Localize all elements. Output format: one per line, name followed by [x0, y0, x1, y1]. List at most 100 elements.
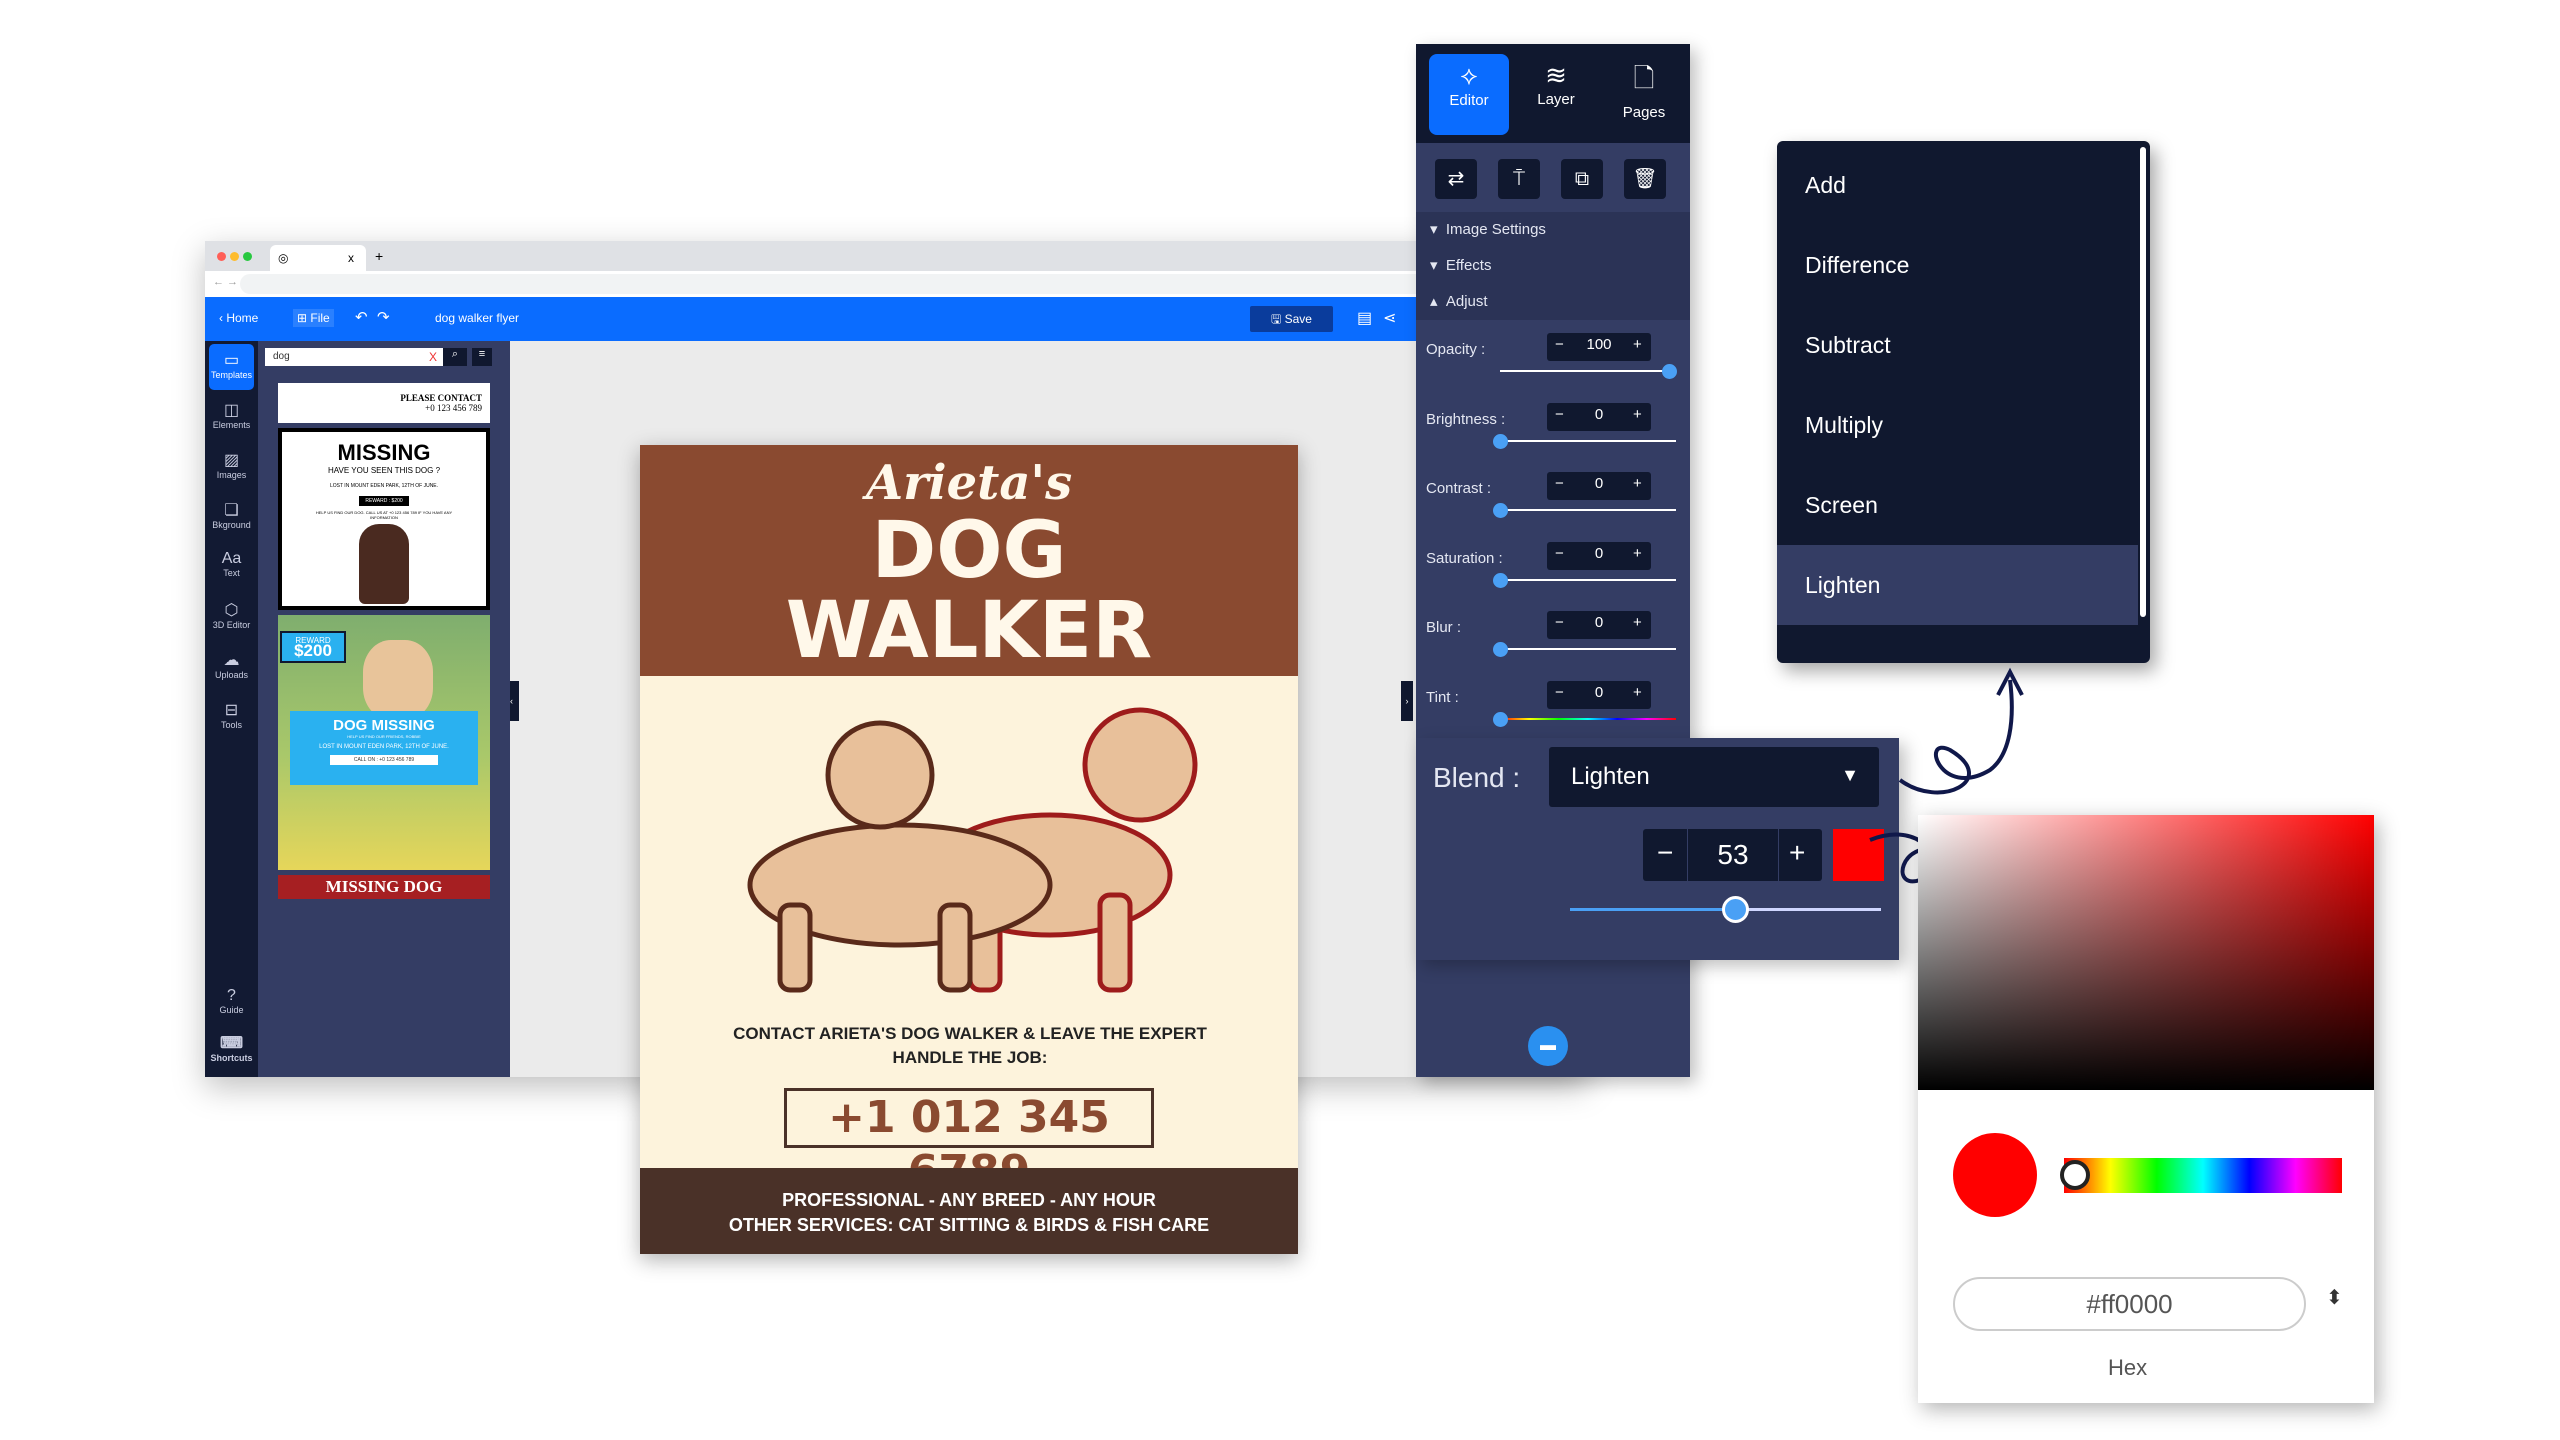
file-button[interactable]: ⊞ File — [293, 309, 334, 327]
rail-3d-editor[interactable]: ⬡ 3D Editor — [209, 594, 254, 640]
slider-thumb[interactable] — [1721, 896, 1749, 923]
section-image-settings[interactable]: ▾ Image Settings — [1416, 212, 1690, 248]
close-dot[interactable] — [217, 252, 226, 261]
section-adjust[interactable]: ▴ Adjust — [1416, 284, 1690, 320]
rail-tools[interactable]: ⊟ Tools — [209, 694, 254, 740]
clear-search-icon[interactable]: X — [429, 350, 437, 364]
redo-icon[interactable]: ↷ — [377, 308, 390, 326]
search-value: dog — [273, 351, 290, 362]
adjust-label: Blur : — [1426, 619, 1462, 637]
browser-tab[interactable]: ◎ x — [270, 245, 366, 271]
rail-guide[interactable]: ? Guide — [209, 981, 254, 1027]
duplicate-icon[interactable]: ⧉ — [1561, 159, 1603, 199]
rail-uploads[interactable]: ☁ Uploads — [209, 644, 254, 690]
decrement-button[interactable]: − — [1657, 837, 1673, 869]
tab-pages[interactable]: 🗋 Pages — [1604, 54, 1684, 135]
hex-input[interactable]: #ff0000 — [1953, 1277, 2306, 1331]
rail-label: Elements — [212, 420, 251, 430]
adjust-slider[interactable] — [1500, 509, 1676, 512]
template-text: HAVE YOU SEEN THIS DOG ? — [327, 466, 441, 475]
expand-panel-handle[interactable]: › — [1401, 681, 1413, 721]
tab-close[interactable]: x — [348, 251, 354, 265]
paint-roller-icon[interactable]: ⍑ — [1498, 159, 1540, 199]
url-field[interactable] — [240, 274, 1580, 294]
rail-templates[interactable]: ▭ Templates — [209, 344, 254, 390]
flip-icon[interactable]: ⇄ — [1435, 159, 1477, 199]
blend-menu-item[interactable]: Difference — [1777, 225, 2138, 305]
blend-menu-item[interactable]: Subtract — [1777, 305, 2138, 385]
template-text: CALL ON : +0 123 456 789 — [330, 755, 438, 765]
blend-select[interactable]: Lighten ▼ — [1549, 747, 1879, 807]
minimize-dot[interactable] — [230, 252, 239, 261]
blend-slider[interactable] — [1570, 896, 1881, 923]
home-button[interactable]: ‹ Home — [219, 311, 258, 325]
increment-button[interactable]: + — [1633, 545, 1642, 562]
adjust-slider[interactable] — [1500, 648, 1676, 651]
comment-icon[interactable]: ▤ — [1357, 308, 1372, 328]
rail-label: Images — [216, 470, 247, 480]
format-toggle-icon[interactable]: ⬍ — [2326, 1285, 2343, 1310]
blend-menu-item[interactable]: Multiply — [1777, 385, 2138, 465]
adjust-stepper[interactable]: −0 + — [1547, 681, 1651, 709]
adjust-stepper[interactable]: −0 + — [1547, 611, 1651, 640]
blend-amount-value[interactable]: 53 — [1687, 829, 1779, 881]
blend-menu-item[interactable]: Add — [1777, 145, 2138, 225]
slider-thumb[interactable] — [1493, 712, 1508, 727]
increment-button[interactable]: + — [1789, 837, 1805, 869]
increment-button[interactable]: + — [1633, 336, 1642, 353]
chat-bubble-icon[interactable]: ▬ — [1528, 1026, 1568, 1066]
trash-icon[interactable]: 🗑 — [1624, 159, 1666, 199]
saturation-area[interactable] — [1918, 815, 2374, 1090]
new-tab-button[interactable]: + — [375, 248, 383, 264]
template-card[interactable]: MISSING DOG — [278, 875, 490, 899]
template-card[interactable]: MISSING HAVE YOU SEEN THIS DOG ? LOST IN… — [278, 428, 490, 610]
collapse-panel-handle[interactable]: ‹ — [510, 681, 519, 721]
adjust-stepper[interactable]: −100 + — [1547, 333, 1651, 361]
list-view-icon[interactable]: ≡ — [472, 348, 492, 366]
adjust-stepper[interactable]: −0 + — [1547, 402, 1651, 431]
chevron-down-icon: ▼ — [1841, 765, 1859, 785]
search-icon[interactable]: ⌕ — [443, 348, 467, 366]
increment-button[interactable]: + — [1633, 406, 1642, 423]
share-icon[interactable]: ⋖ — [1383, 308, 1396, 328]
undo-icon[interactable]: ↶ — [355, 308, 368, 326]
maximize-dot[interactable] — [243, 252, 252, 261]
flyer-design[interactable]: Arieta's DOG WALKER CONTACT ARIETA'S DOG… — [640, 445, 1298, 1254]
slider-thumb[interactable] — [1493, 433, 1508, 449]
help-icon: ? — [227, 987, 236, 1004]
rail-background[interactable]: ❏ Bkground — [209, 494, 254, 540]
adjust-slider[interactable] — [1500, 439, 1676, 442]
hue-slider[interactable] — [2060, 1158, 2342, 1193]
rail-elements[interactable]: ◫ Elements — [209, 394, 254, 440]
hex-label: Hex — [2108, 1355, 2148, 1380]
adjust-stepper[interactable]: −0 + — [1547, 541, 1651, 570]
blend-menu-item[interactable]: Lighten — [1777, 545, 2138, 625]
tab-editor[interactable]: ⟡ Editor — [1429, 54, 1509, 135]
adjust-slider[interactable] — [1500, 370, 1676, 372]
slider-thumb[interactable] — [1493, 642, 1508, 658]
document-title[interactable]: dog walker flyer — [435, 311, 519, 325]
rail-shortcuts[interactable]: ⌨ Shortcuts — [209, 1027, 254, 1073]
section-effects[interactable]: ▾ Effects — [1416, 248, 1690, 284]
increment-button[interactable]: + — [1633, 684, 1642, 701]
template-card[interactable]: PLEASE CONTACT +0 123 456 789 — [278, 383, 490, 423]
blend-amount-stepper[interactable]: − 53 + — [1643, 829, 1822, 881]
rail-images[interactable]: ▨ Images — [209, 444, 254, 490]
scrollbar[interactable] — [2140, 147, 2146, 617]
adjust-stepper[interactable]: −0 + — [1547, 472, 1651, 501]
save-button[interactable]: 🖫 Save — [1250, 306, 1333, 332]
slider-thumb[interactable] — [1493, 503, 1508, 519]
template-card[interactable]: REWARD $200 DOG MISSING HELP US FIND OUR … — [278, 615, 490, 870]
blend-menu-item[interactable]: Screen — [1777, 465, 2138, 545]
increment-button[interactable]: + — [1633, 475, 1642, 492]
increment-button[interactable]: + — [1633, 614, 1642, 631]
slider-thumb[interactable] — [1493, 572, 1508, 588]
rail-text[interactable]: Aa Text — [209, 544, 254, 590]
slider-thumb[interactable] — [1662, 364, 1677, 379]
hue-thumb[interactable] — [2060, 1160, 2090, 1190]
tab-layer[interactable]: ≋ Layer — [1516, 54, 1596, 135]
adjust-slider[interactable] — [1500, 718, 1676, 720]
search-input[interactable]: dog X — [265, 348, 443, 366]
rail-label: Bkground — [212, 520, 251, 530]
adjust-slider[interactable] — [1500, 578, 1676, 581]
